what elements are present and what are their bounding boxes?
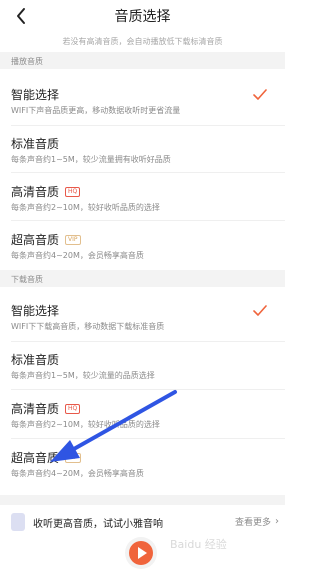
option-name: 高清音质 (11, 185, 60, 199)
annotation-arrow-icon (50, 390, 177, 462)
section-label: 播放音质 (11, 57, 43, 66)
view-more-link[interactable]: 查看更多 (235, 515, 271, 528)
promo-text: 收听更高音质，试试小雅音响 (33, 519, 163, 530)
divider (11, 172, 285, 173)
option-name: 标准音质 (11, 137, 60, 151)
play-button[interactable] (129, 541, 153, 565)
vip-badge: VIP (65, 234, 81, 245)
check-icon (253, 89, 267, 100)
divider (11, 341, 285, 342)
chevron-right-icon: › (275, 516, 279, 527)
option-desc: 每条声音约4~20M，会员畅享高音质 (11, 251, 144, 260)
section-header-download: 下载音质 (0, 270, 285, 287)
option-name: 智能选择 (11, 88, 60, 102)
notice-text: 若没有高清音质，会自动播放低下载标清音质 (62, 37, 223, 46)
top-bar: 音质选择 (0, 0, 285, 32)
page-title: 音质选择 (114, 9, 171, 25)
option-name: 智能选择 (11, 304, 60, 318)
hq-badge: HQ (65, 186, 81, 197)
option-desc: 每条声音约2~10M，较好收听品质的选择 (11, 203, 160, 212)
section-spacer (0, 495, 285, 505)
option-desc: WIFI下声音品质更高，移动数据收听时更省流量 (11, 106, 181, 115)
option-name-row: 高清音质 HQ (11, 183, 81, 200)
play-icon (138, 547, 147, 559)
option-name: 标准音质 (11, 353, 60, 367)
option-desc: 每条声音约1~5M，较少流量拥有收听好品质 (11, 155, 171, 164)
section-header-play: 播放音质 (0, 52, 285, 69)
check-icon (253, 305, 267, 316)
option-name: 超高音质 (11, 233, 60, 247)
divider (11, 220, 285, 221)
promo-banner[interactable]: 收听更高音质，试试小雅音响 查看更多 › (0, 505, 285, 539)
speaker-icon (11, 513, 25, 531)
option-desc: WIFI下下载高音质，移动数据下载标准音质 (11, 322, 165, 331)
watermark: Baidu 经验 (170, 538, 227, 551)
option-name-row: 超高音质 VIP (11, 231, 81, 248)
divider (11, 125, 285, 126)
section-label: 下载音质 (11, 275, 43, 284)
